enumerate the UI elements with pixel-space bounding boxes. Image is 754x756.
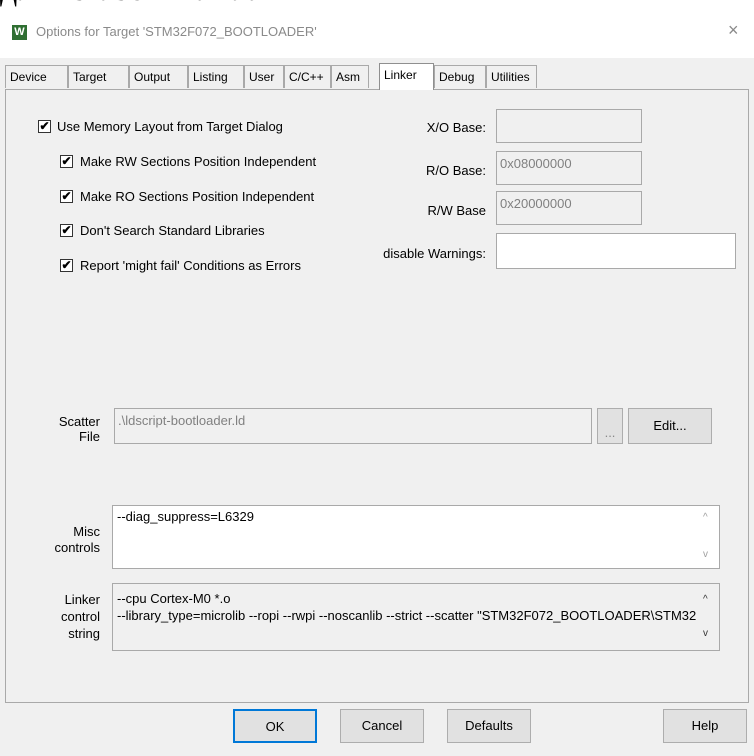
rw-base-field[interactable]: 0x20000000	[496, 191, 642, 225]
defaults-button[interactable]: Defaults	[447, 709, 531, 743]
linker-control-line2: --library_type=microlib --ropi --rwpi --…	[117, 608, 697, 623]
rw-base-label: R/W Base	[427, 203, 486, 218]
cancel-button[interactable]: Cancel	[340, 709, 424, 743]
tab-target[interactable]: Target	[68, 65, 129, 88]
tab-cpp[interactable]: C/C++	[284, 65, 331, 88]
tab-device[interactable]: Device	[5, 65, 68, 88]
rw-position-independent-label: Make RW Sections Position Independent	[80, 154, 317, 169]
misc-label-line2: controls	[54, 540, 100, 555]
scatter-label-line1: Scatter	[58, 414, 100, 429]
ro-base-label: R/O Base:	[426, 163, 486, 178]
misc-scroll-up-icon[interactable]: ^	[703, 512, 708, 523]
linker-scroll-up-icon[interactable]: ^	[703, 594, 708, 605]
tab-output[interactable]: Output	[129, 65, 188, 88]
dont-search-libraries-label: Don't Search Standard Libraries	[80, 223, 265, 238]
help-button[interactable]: Help	[663, 709, 747, 743]
disable-warnings-field[interactable]	[496, 233, 736, 269]
dont-search-libraries-checkbox[interactable]: ✔	[60, 224, 73, 237]
misc-controls-value: --diag_suppress=L6329	[117, 509, 254, 524]
ro-position-independent-label: Make RO Sections Position Independent	[80, 189, 315, 204]
scatter-edit-button[interactable]: Edit...	[628, 408, 712, 444]
scatter-browse-button[interactable]: ...	[597, 408, 623, 444]
linker-scroll-down-icon[interactable]: v	[703, 628, 708, 639]
ro-position-independent-checkbox[interactable]: ✔	[60, 190, 73, 203]
tab-debug[interactable]: Debug	[434, 65, 486, 88]
use-memory-layout-checkbox[interactable]: ✔	[38, 120, 51, 133]
scatter-file-field[interactable]: .\ldscript-bootloader.ld	[114, 408, 592, 444]
ro-base-field[interactable]: 0x08000000	[496, 151, 642, 185]
window-title: Options for Target 'STM32F072_BOOTLOADER…	[36, 24, 317, 39]
tab-linker[interactable]: Linker	[379, 63, 434, 90]
scatter-label-line2: File	[79, 429, 100, 444]
tab-asm[interactable]: Asm	[331, 65, 369, 88]
report-might-fail-checkbox[interactable]: ✔	[60, 259, 73, 272]
misc-scroll-down-icon[interactable]: v	[703, 549, 708, 560]
disable-warnings-label: disable Warnings:	[383, 246, 486, 261]
xo-base-label: X/O Base:	[426, 120, 486, 135]
misc-label-line1: Misc	[73, 524, 100, 539]
linker-label-line1: Linker	[64, 592, 100, 607]
app-icon: W	[12, 25, 27, 40]
ok-button[interactable]: OK	[233, 709, 317, 743]
linker-control-line1: --cpu Cortex-M0 *.o	[117, 591, 231, 606]
misc-controls-textarea[interactable]: --diag_suppress=L6329	[112, 505, 720, 569]
close-icon[interactable]: ×	[728, 20, 739, 41]
linker-label-line2: control	[60, 609, 100, 624]
rw-position-independent-checkbox[interactable]: ✔	[60, 155, 73, 168]
tab-user[interactable]: User	[244, 65, 284, 88]
linker-label-line3: string	[68, 626, 100, 641]
report-might-fail-label: Report 'might fail' Conditions as Errors	[80, 258, 301, 273]
tab-utilities[interactable]: Utilities	[486, 65, 537, 88]
use-memory-layout-label: Use Memory Layout from Target Dialog	[57, 119, 283, 134]
tab-listing[interactable]: Listing	[188, 65, 244, 88]
xo-base-field[interactable]	[496, 109, 642, 143]
linker-control-string-field[interactable]: --cpu Cortex-M0 *.o --library_type=micro…	[112, 583, 720, 651]
title-bar: W Options for Target 'STM32F072_BOOTLOAD…	[0, 0, 754, 44]
